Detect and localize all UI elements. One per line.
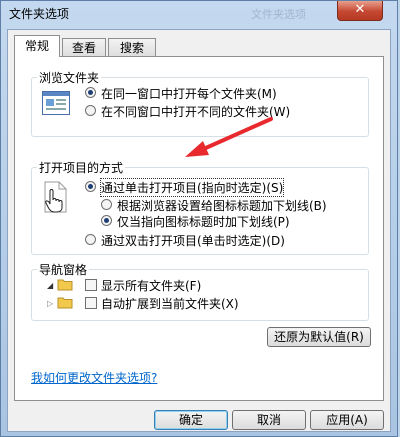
- folder-icon: [57, 297, 73, 309]
- apply-label: 应用(A): [326, 413, 368, 427]
- red-arrow-annotation: [185, 117, 273, 157]
- ok-label: 确定: [178, 413, 203, 427]
- window-icon: [42, 91, 70, 115]
- auto-expand-label: 自动扩展到当前文件夹(X): [101, 297, 239, 311]
- underline-point-radio[interactable]: [101, 215, 112, 226]
- new-window-radio[interactable]: [85, 105, 96, 116]
- nav-pane-title: 导航窗格: [37, 261, 90, 278]
- folder-options-dialog: 文件夹选项 文件夹选项 ✕ 常规 查看 搜索 浏览文件夹 在同一窗口中打开每个文…: [0, 0, 398, 437]
- close-icon: ✕: [354, 2, 366, 17]
- tree-expanded-icon: ◢: [47, 281, 54, 290]
- close-button[interactable]: ✕: [337, 1, 383, 21]
- dialog-client-area: 常规 查看 搜索 浏览文件夹 在同一窗口中打开每个文件夹(M) 在不同窗口中打开…: [7, 29, 391, 432]
- window-title: 文件夹选项: [9, 7, 70, 21]
- tree-collapsed-icon: ▷: [47, 299, 54, 308]
- show-all-folders-label: 显示所有文件夹(F): [101, 279, 202, 293]
- restore-defaults-label: 还原为默认值(R): [274, 330, 364, 344]
- cancel-button[interactable]: 取消: [232, 410, 306, 430]
- show-all-folders-checkbox[interactable]: [85, 279, 97, 291]
- same-window-label: 在同一窗口中打开每个文件夹(M): [101, 87, 277, 101]
- underline-browser-radio[interactable]: [101, 199, 112, 210]
- tab-search[interactable]: 搜索: [108, 38, 156, 56]
- ok-button[interactable]: 确定: [154, 410, 228, 430]
- click-items-title: 打开项目的方式: [37, 159, 126, 176]
- tab-view-label: 查看: [71, 41, 96, 55]
- cancel-label: 取消: [256, 413, 281, 427]
- background-window-title: 文件夹选项: [251, 8, 306, 21]
- same-window-radio[interactable]: [85, 87, 96, 98]
- underline-browser-label: 根据浏览器设置给图标标题加下划线(B): [117, 199, 327, 213]
- apply-button[interactable]: 应用(A): [310, 410, 384, 430]
- general-tab-panel: 浏览文件夹 在同一窗口中打开每个文件夹(M) 在不同窗口中打开不同的文件夹(W)…: [14, 56, 384, 401]
- tab-general-label: 常规: [24, 39, 49, 53]
- tab-view[interactable]: 查看: [62, 38, 106, 56]
- double-click-label: 通过双击打开项目(单击时选定)(D): [101, 234, 285, 248]
- single-click-radio[interactable]: [85, 181, 96, 192]
- auto-expand-checkbox[interactable]: [85, 297, 97, 309]
- tab-general[interactable]: 常规: [14, 35, 60, 57]
- hand-cursor-icon: [44, 181, 67, 213]
- double-click-radio[interactable]: [85, 234, 96, 245]
- tab-search-label: 搜索: [119, 41, 144, 55]
- browse-folders-title: 浏览文件夹: [37, 69, 102, 86]
- folder-icon: [57, 279, 73, 291]
- help-link[interactable]: 我如何更改文件夹选项?: [31, 369, 157, 386]
- title-bar[interactable]: 文件夹选项 文件夹选项 ✕: [1, 1, 397, 25]
- underline-point-label: 仅当指向图标标题时加下划线(P): [117, 215, 290, 229]
- single-click-label: 通过单击打开项目(指向时选定)(S): [99, 178, 285, 197]
- restore-defaults-button[interactable]: 还原为默认值(R): [267, 327, 371, 347]
